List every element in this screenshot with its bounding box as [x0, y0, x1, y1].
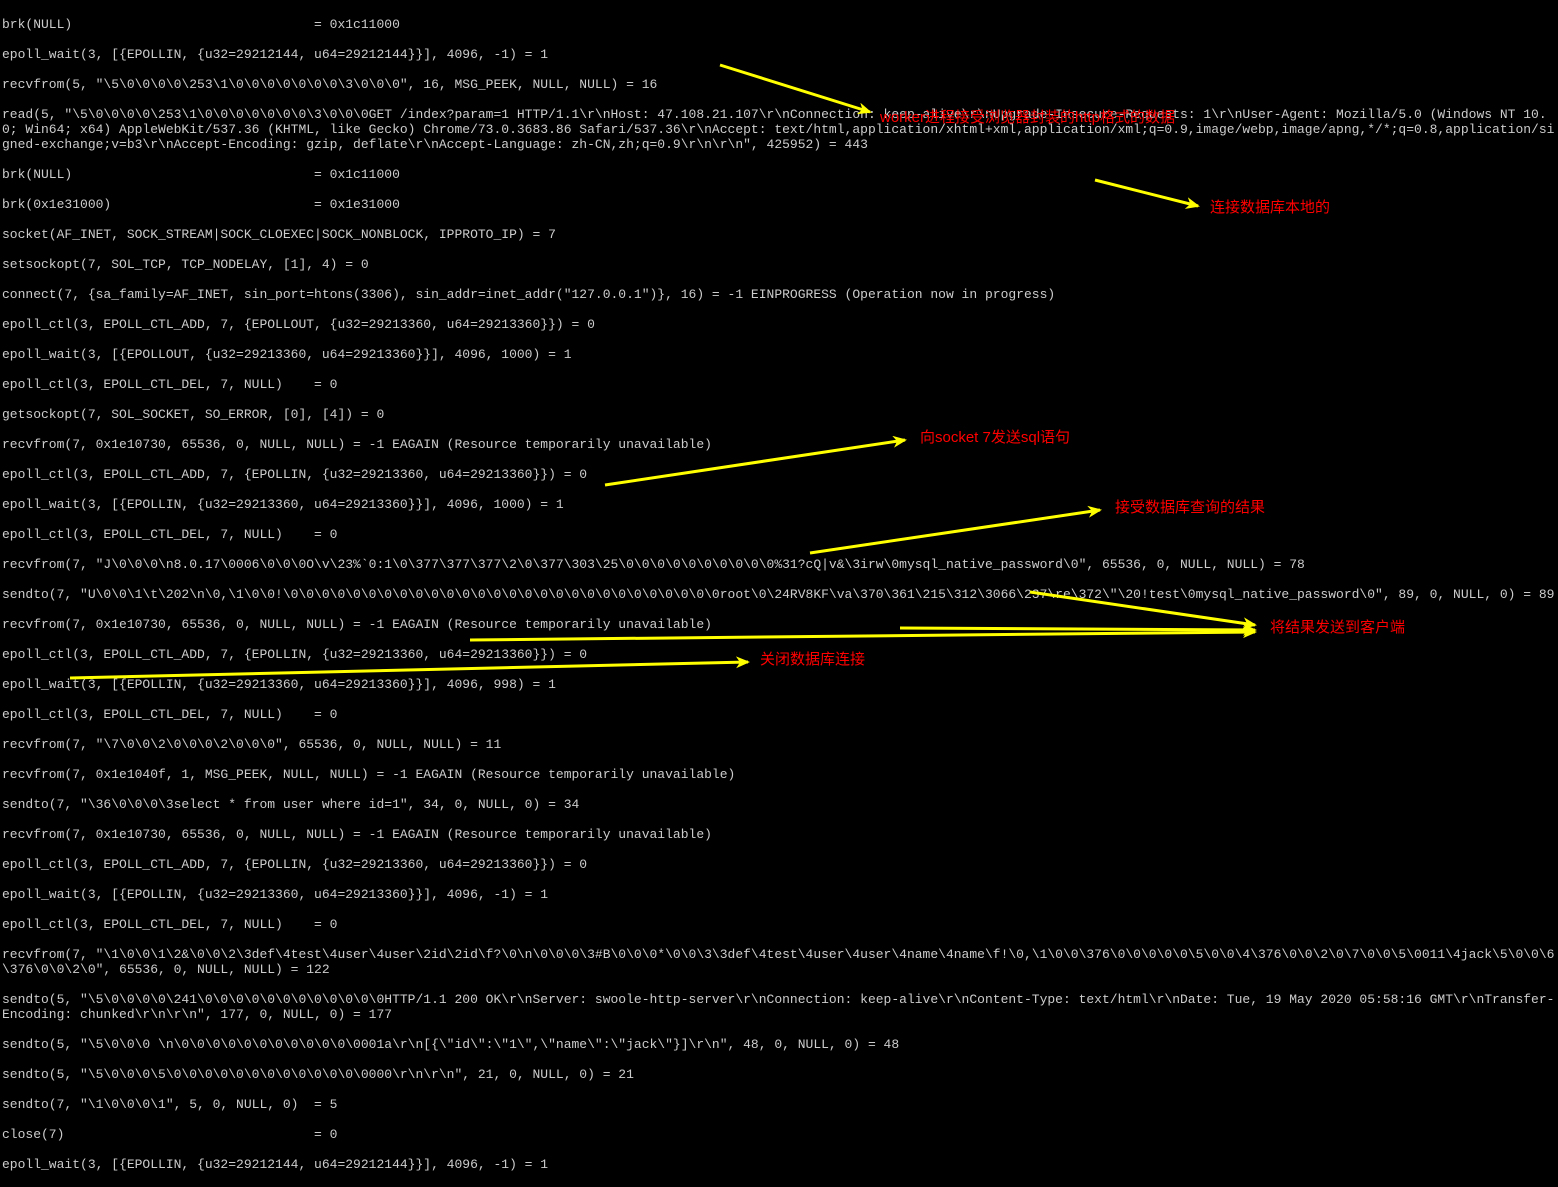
trace-line: epoll_wait(3, [{EPOLLIN, {u32=29213360, … [2, 677, 1556, 692]
trace-line: epoll_wait(3, [{EPOLLIN, {u32=29213360, … [2, 887, 1556, 902]
trace-line: close(7) = 0 [2, 1127, 1556, 1142]
trace-line: epoll_ctl(3, EPOLL_CTL_DEL, 7, NULL) = 0 [2, 707, 1556, 722]
trace-line: recvfrom(7, 0x1e10730, 65536, 0, NULL, N… [2, 827, 1556, 842]
trace-line: epoll_ctl(3, EPOLL_CTL_ADD, 7, {EPOLLIN,… [2, 467, 1556, 482]
trace-line: socket(AF_INET, SOCK_STREAM|SOCK_CLOEXEC… [2, 227, 1556, 242]
trace-line: sendto(7, "\36\0\0\0\3select * from user… [2, 797, 1556, 812]
annotation-http-recv: worker进程接受浏览器封装的http格式的数据 [880, 110, 1175, 125]
trace-line: epoll_ctl(3, EPOLL_CTL_DEL, 7, NULL) = 0 [2, 527, 1556, 542]
trace-line: sendto(7, "U\0\0\1\t\202\n\0,\1\0\0!\0\0… [2, 587, 1556, 602]
trace-line: epoll_ctl(3, EPOLL_CTL_DEL, 7, NULL) = 0 [2, 377, 1556, 392]
trace-line: brk(NULL) = 0x1c11000 [2, 17, 1556, 32]
trace-line: recvfrom(7, "\1\0\0\1\2&\0\0\2\3def\4tes… [2, 947, 1556, 977]
annotation-close-db: 关闭数据库连接 [760, 652, 865, 667]
annotation-recv-result: 接受数据库查询的结果 [1115, 500, 1265, 515]
trace-line: brk(NULL) = 0x1c11000 [2, 167, 1556, 182]
trace-line: read(5, "\5\0\0\0\0\253\1\0\0\0\0\0\0\0\… [2, 107, 1556, 152]
trace-line: epoll_ctl(3, EPOLL_CTL_ADD, 7, {EPOLLIN,… [2, 857, 1556, 872]
annotation-db-connect: 连接数据库本地的 [1210, 200, 1330, 215]
trace-line: epoll_wait(3, [{EPOLLIN, {u32=29212144, … [2, 1157, 1556, 1172]
trace-line: epoll_wait(3, [{EPOLLIN, {u32=29213360, … [2, 497, 1556, 512]
trace-line: recvfrom(7, 0x1e1040f, 1, MSG_PEEK, NULL… [2, 767, 1556, 782]
trace-line: recvfrom(7, 0x1e10730, 65536, 0, NULL, N… [2, 437, 1556, 452]
annotation-send-client: 将结果发送到客户端 [1270, 620, 1405, 635]
terminal-output: brk(NULL) = 0x1c11000 epoll_wait(3, [{EP… [2, 2, 1556, 1187]
trace-line: epoll_ctl(3, EPOLL_CTL_DEL, 7, NULL) = 0 [2, 917, 1556, 932]
trace-line: getsockopt(7, SOL_SOCKET, SO_ERROR, [0],… [2, 407, 1556, 422]
trace-line: setsockopt(7, SOL_TCP, TCP_NODELAY, [1],… [2, 257, 1556, 272]
trace-line: recvfrom(7, "\7\0\0\2\0\0\0\2\0\0\0", 65… [2, 737, 1556, 752]
annotation-send-sql: 向socket 7发送sql语句 [920, 430, 1070, 445]
trace-line: recvfrom(7, "J\0\0\0\n8.0.17\0006\0\0\0O… [2, 557, 1556, 572]
trace-line: epoll_wait(3, [{EPOLLOUT, {u32=29213360,… [2, 347, 1556, 362]
trace-line: sendto(7, "\1\0\0\0\1", 5, 0, NULL, 0) =… [2, 1097, 1556, 1112]
trace-line: sendto(5, "\5\0\0\0 \n\0\0\0\0\0\0\0\0\0… [2, 1037, 1556, 1052]
trace-line: recvfrom(5, "\5\0\0\0\0\253\1\0\0\0\0\0\… [2, 77, 1556, 92]
trace-line: sendto(5, "\5\0\0\0\0\241\0\0\0\0\0\0\0\… [2, 992, 1556, 1022]
trace-line: sendto(5, "\5\0\0\0\5\0\0\0\0\0\0\0\0\0\… [2, 1067, 1556, 1082]
trace-line: connect(7, {sa_family=AF_INET, sin_port=… [2, 287, 1556, 302]
trace-line: epoll_wait(3, [{EPOLLIN, {u32=29212144, … [2, 47, 1556, 62]
trace-line: epoll_ctl(3, EPOLL_CTL_ADD, 7, {EPOLLOUT… [2, 317, 1556, 332]
